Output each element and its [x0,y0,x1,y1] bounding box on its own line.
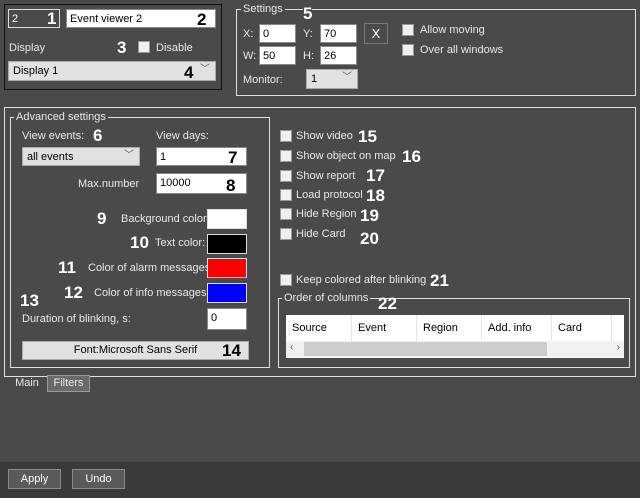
hide-card-label: Hide Card [296,228,346,240]
show-video-checkbox[interactable] [280,130,292,142]
marker-10: 10 [130,233,149,252]
hide-region-label: Hide Region [296,208,357,220]
show-video-label: Show video [296,130,353,142]
load-protocol-checkbox[interactable] [280,189,292,201]
display-label: Display [9,42,46,54]
undo-button[interactable]: Undo [72,469,125,489]
apply-button[interactable]: Apply [8,469,61,489]
scrollbar-thumb[interactable] [304,342,547,356]
keep-colored-label: Keep colored after blinking [296,274,427,286]
monitor-value: 1 [311,73,318,85]
horizontal-scrollbar[interactable]: ‹ › [286,341,624,357]
w-label: W: [243,50,257,62]
disable-label: Disable [156,42,193,54]
marker-16: 16 [402,147,421,166]
marker-14: 14 [222,341,241,360]
view-events-select[interactable]: all events ﹀ [22,147,140,166]
tab-filters[interactable]: Filters [47,375,90,392]
settings-title: Settings [241,3,285,15]
info-color-label: Color of info messages: [94,287,210,299]
y-field[interactable]: 70 [320,24,357,43]
marker-2: 2 [197,10,207,29]
load-protocol-label: Load protocol [296,189,363,201]
column-header[interactable]: Region [417,315,482,341]
show-map-label: Show object on map [296,150,396,162]
font-button[interactable]: Font:Microsoft Sans Serif [22,341,249,360]
max-number-label: Max.number [78,178,140,190]
chevron-down-icon: ﹀ [342,72,352,83]
over-all-windows-checkbox[interactable] [402,44,414,56]
hide-card-checkbox[interactable] [280,228,292,240]
scroll-right-icon[interactable]: › [617,342,620,353]
marker-17: 17 [366,166,385,185]
monitor-select[interactable]: 1 ﹀ [306,69,358,89]
x-field[interactable]: 0 [259,24,296,43]
keep-colored-checkbox[interactable] [280,274,292,286]
column-header[interactable]: Card [552,315,612,341]
marker-15: 15 [358,127,377,146]
background-color-swatch[interactable] [207,209,247,229]
allow-moving-label: Allow moving [420,24,485,36]
columns-title: Order of columns [282,292,371,304]
show-report-label: Show report [296,170,356,182]
marker-22: 22 [378,294,397,313]
monitor-label: Monitor: [243,74,283,86]
columns-list: Source Event Region Add. info Card ‹ › [286,315,624,358]
advanced-title: Advanced settings [14,111,108,123]
marker-12: 12 [64,283,83,302]
marker-8: 8 [226,176,236,195]
background-color-label: Background color: [121,213,210,225]
marker-6: 6 [93,126,103,145]
tab-main[interactable]: Main [10,376,44,392]
chevron-down-icon: ﹀ [124,150,134,161]
column-header[interactable]: Event [352,315,417,341]
marker-7: 7 [228,148,238,167]
h-label: H: [303,50,314,62]
text-color-label: Text color: [155,237,206,249]
disable-checkbox[interactable] [138,41,150,53]
view-events-value: all events [27,151,74,163]
marker-5: 5 [303,4,313,23]
column-header[interactable]: Source [286,315,352,341]
y-label: Y: [303,28,313,40]
display-value: Display 1 [13,65,59,77]
marker-13: 13 [20,291,39,310]
allow-moving-checkbox[interactable] [402,24,414,36]
reset-position-button[interactable]: X [364,23,388,44]
marker-18: 18 [366,186,385,205]
marker-4: 4 [184,63,194,82]
info-color-swatch[interactable] [207,283,247,303]
over-all-windows-label: Over all windows [420,44,504,56]
hide-region-checkbox[interactable] [280,208,292,220]
name-field[interactable]: Event viewer 2 [66,9,216,28]
marker-21: 21 [430,271,449,290]
alarm-color-label: Color of alarm messages: [88,262,214,274]
scroll-left-icon[interactable]: ‹ [290,342,293,353]
marker-19: 19 [360,206,379,225]
view-days-label: View days: [156,130,209,142]
x-label: X: [243,28,254,40]
duration-label: Duration of blinking, s: [22,313,131,325]
show-report-checkbox[interactable] [280,170,292,182]
text-color-swatch[interactable] [207,234,247,254]
show-map-checkbox[interactable] [280,150,292,162]
view-events-label: View events: [22,130,85,142]
marker-20: 20 [360,229,379,248]
w-field[interactable]: 50 [259,46,296,65]
marker-9: 9 [97,209,107,228]
alarm-color-swatch[interactable] [207,258,247,278]
h-field[interactable]: 26 [320,46,357,65]
marker-1: 1 [47,9,57,28]
marker-11: 11 [58,258,76,277]
chevron-down-icon: ﹀ [200,64,210,75]
marker-3: 3 [117,38,127,57]
duration-field[interactable]: 0 [207,308,247,330]
column-header[interactable]: Add. info [482,315,552,341]
